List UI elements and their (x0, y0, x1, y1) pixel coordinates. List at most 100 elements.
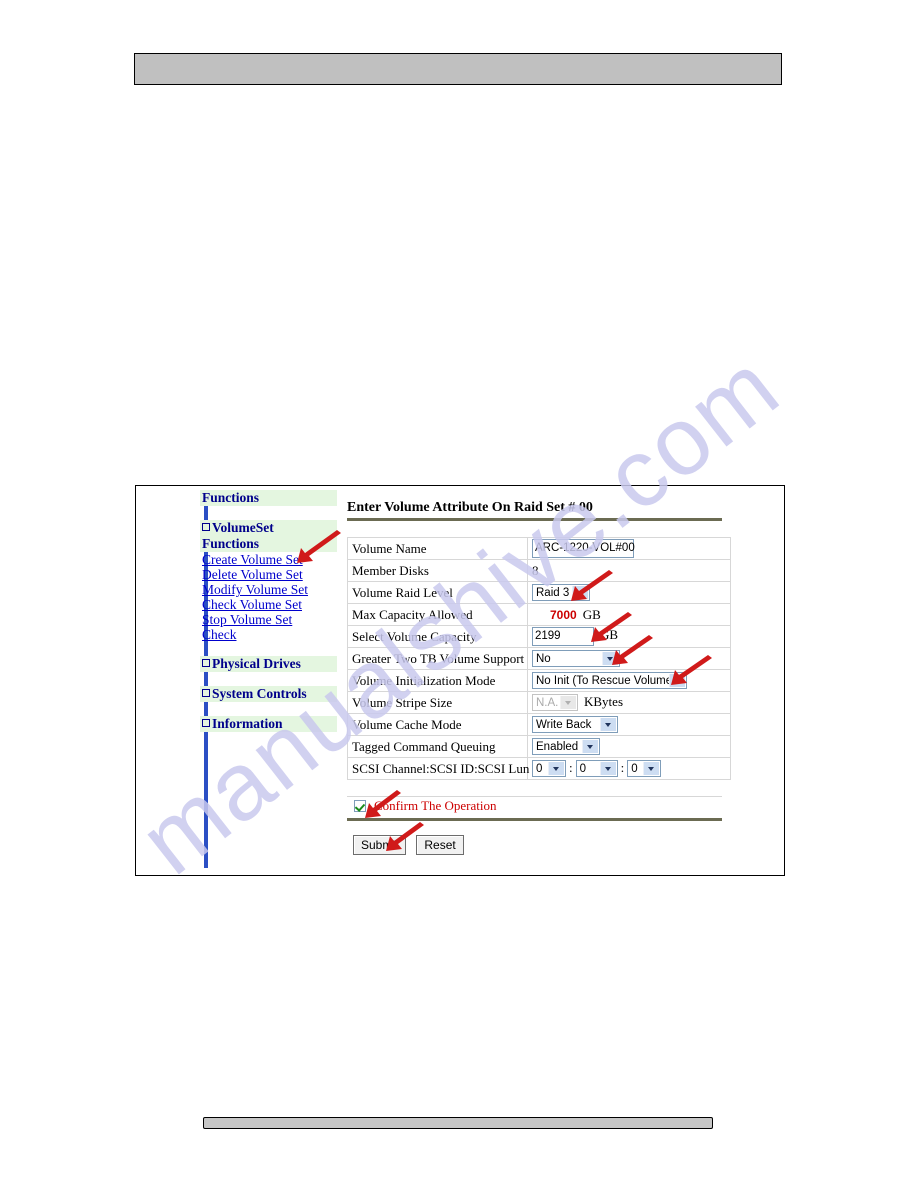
volume-stripe-size-unit: KBytes (584, 693, 623, 709)
volume-name-input[interactable]: ARC-1220-VOL#00 (532, 539, 635, 558)
sidebar-item-check-volume-set[interactable]: Check Volume Set (200, 597, 337, 612)
expand-box-icon (202, 689, 210, 697)
chevron-down-icon[interactable] (643, 762, 660, 776)
confirm-section: Confirm The Operation (347, 796, 722, 821)
page-header-bar (134, 53, 782, 85)
screenshot-frame: Functions VolumeSet Functions Create Vol… (135, 485, 785, 876)
field-label-member-disks: Member Disks (347, 559, 528, 582)
reset-button[interactable]: Reset (416, 835, 464, 855)
sidebar-heading-functions: Functions (200, 490, 337, 506)
chevron-down-icon[interactable] (669, 674, 685, 688)
chevron-down-icon[interactable] (548, 762, 564, 776)
sidebar-section-physical-drives[interactable]: Physical Drives (200, 656, 337, 672)
field-value-select-volume-capacity: 2199 GB (527, 625, 731, 648)
volume-stripe-size-select: N.A. (532, 694, 578, 712)
confirm-bottom-divider (347, 818, 722, 821)
field-value-volume-name: ARC-1220-VOL#00 (527, 537, 731, 560)
field-value-tagged-command-queuing: Enabled (527, 735, 731, 758)
max-capacity-unit: GB (582, 606, 601, 622)
greater-two-tb-volume-support-select[interactable]: No (532, 650, 620, 668)
tagged-command-queuing-value: Enabled (536, 741, 579, 754)
scsi-channel-select[interactable]: 0 (532, 760, 566, 778)
select-volume-capacity-unit: GB (600, 627, 619, 643)
volume-stripe-size-value: N.A. (536, 697, 559, 710)
chevron-down-icon[interactable] (572, 586, 588, 600)
table-row: Volume Name ARC-1220-VOL#00 (347, 537, 731, 560)
table-row: SCSI Channel:SCSI ID:SCSI Lun 0:0:0 (347, 757, 731, 780)
volume-cache-mode-value: Write Back (536, 719, 592, 732)
page-title: Enter Volume Attribute On Raid Set # 00 (347, 500, 593, 515)
title-divider (347, 518, 722, 521)
volume-initialization-mode-value: No Init (To Rescue Volume) (536, 675, 676, 688)
expand-box-icon (202, 659, 210, 667)
volume-raid-level-select[interactable]: Raid 3 (532, 584, 590, 602)
volume-attribute-form: Volume Name ARC-1220-VOL#00 Member Disks… (347, 537, 731, 780)
scsi-lun-value: 0 (631, 763, 638, 776)
field-label-max-capacity-allowed: Max Capacity Allowed (347, 603, 528, 626)
chevron-down-icon[interactable] (599, 762, 616, 776)
select-volume-capacity-input[interactable]: 2199 (532, 627, 594, 646)
sidebar-item-delete-volume-set[interactable]: Delete Volume Set (200, 567, 337, 582)
sidebar-item-check[interactable]: Check (200, 627, 337, 642)
field-label-greater-two-tb-volume-support: Greater Two TB Volume Support (347, 647, 528, 670)
field-label-volume-raid-level: Volume Raid Level (347, 581, 528, 604)
table-row: Volume Stripe Size N.A. KBytes (347, 691, 731, 714)
chevron-down-icon[interactable] (600, 718, 616, 732)
max-capacity-value: 7000 (550, 607, 577, 622)
field-value-max-capacity-allowed: 7000 GB (527, 603, 731, 626)
sidebar-group-volumeset[interactable]: VolumeSet (200, 520, 337, 536)
field-value-volume-cache-mode: Write Back (527, 713, 731, 736)
table-row: Volume Cache Mode Write Back (347, 713, 731, 736)
scsi-lun-select[interactable]: 0 (627, 760, 662, 778)
submit-button[interactable]: Submit (353, 835, 407, 855)
volume-raid-level-value: Raid 3 (536, 587, 570, 600)
page-footer-bar (203, 1117, 713, 1129)
field-label-volume-initialization-mode: Volume Initialization Mode (347, 669, 528, 692)
member-disks-value: 8 (532, 562, 539, 578)
tagged-command-queuing-select[interactable]: Enabled (532, 738, 600, 756)
sidebar-section-physical-drives-label: Physical Drives (212, 656, 301, 671)
field-label-volume-stripe-size: Volume Stripe Size (347, 691, 528, 714)
scsi-id-select[interactable]: 0 (575, 760, 618, 778)
sidebar-section-system-controls-label: System Controls (212, 686, 307, 701)
sidebar-section-system-controls[interactable]: System Controls (200, 686, 337, 702)
chevron-down-icon[interactable] (582, 740, 598, 754)
confirm-the-operation-checkbox[interactable] (354, 800, 366, 812)
form-actions: Submit Reset (347, 835, 772, 855)
field-label-volume-name: Volume Name (347, 537, 528, 560)
expand-box-icon (202, 719, 210, 727)
table-row: Select Volume Capacity 2199 GB (347, 625, 731, 648)
sidebar-item-modify-volume-set[interactable]: Modify Volume Set (200, 582, 337, 597)
field-value-volume-raid-level: Raid 3 (527, 581, 731, 604)
sidebar-item-stop-volume-set[interactable]: Stop Volume Set (200, 612, 337, 627)
sidebar-group-volumeset-sub: Functions (200, 536, 337, 552)
scsi-channel-value: 0 (536, 763, 543, 776)
volume-cache-mode-select[interactable]: Write Back (532, 716, 618, 734)
table-row: Member Disks 8 (347, 559, 731, 582)
field-value-scsi-channel-id-lun: 0:0:0 (527, 757, 731, 780)
main-panel: Enter Volume Attribute On Raid Set # 00 … (347, 500, 772, 855)
field-value-member-disks: 8 (527, 559, 731, 582)
table-row: Volume Initialization Mode No Init (To R… (347, 669, 731, 692)
confirm-row: Confirm The Operation (347, 797, 722, 815)
field-value-volume-initialization-mode: No Init (To Rescue Volume) (527, 669, 731, 692)
table-row: Max Capacity Allowed 7000 GB (347, 603, 731, 626)
chevron-down-icon (560, 696, 576, 710)
sidebar-item-create-volume-set[interactable]: Create Volume Set (200, 552, 337, 567)
field-label-select-volume-capacity: Select Volume Capacity (347, 625, 528, 648)
table-row: Greater Two TB Volume Support No (347, 647, 731, 670)
sidebar-navigation: Functions VolumeSet Functions Create Vol… (200, 490, 337, 874)
sidebar-group-volumeset-label: VolumeSet (212, 520, 274, 535)
expand-box-icon (202, 523, 210, 531)
volume-initialization-mode-select[interactable]: No Init (To Rescue Volume) (532, 672, 687, 690)
sidebar-section-information-label: Information (212, 716, 283, 731)
field-label-volume-cache-mode: Volume Cache Mode (347, 713, 528, 736)
chevron-down-icon[interactable] (602, 652, 618, 666)
table-row: Volume Raid Level Raid 3 (347, 581, 731, 604)
scsi-separator-2: : (620, 759, 625, 775)
sidebar-section-information[interactable]: Information (200, 716, 337, 732)
